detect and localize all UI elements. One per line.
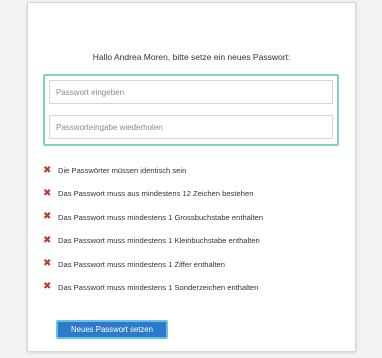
requirement-item: ✖ Die Passwörter müssen identisch sein (43, 165, 263, 176)
requirement-item: ✖ Das Passwort muss aus mindestens 12 Ze… (43, 188, 263, 199)
greeting-text: Hallo Andrea Moren, bitte setze ein neue… (92, 52, 291, 62)
requirement-text: Das Passwort muss aus mindestens 12 Zeic… (58, 189, 254, 199)
requirement-text: Die Passwörter müssen identisch sein (58, 166, 187, 175)
cross-icon: ✖ (43, 164, 52, 176)
requirement-text: Das Passwort muss mindestens 1 Kleinbuch… (58, 236, 260, 246)
cross-icon: ✖ (43, 211, 52, 223)
cross-icon: ✖ (43, 258, 52, 270)
requirement-item: ✖ Das Passwort muss mindestens 1 Grossbu… (43, 212, 263, 223)
requirement-item: ✖ Das Passwort muss mindestens 1 Kleinbu… (43, 235, 263, 246)
set-new-password-button[interactable]: Neues Passwort setzen (56, 320, 168, 339)
requirement-text: Das Passwort muss mindestens 1 Ziffer en… (58, 259, 225, 269)
password-input[interactable] (49, 80, 333, 104)
password-field-group (43, 74, 339, 146)
cross-icon: ✖ (43, 187, 52, 199)
password-requirements-list: ✖ Die Passwörter müssen identisch sein ✖… (43, 165, 263, 305)
requirement-text: Das Passwort muss mindestens 1 Grossbuch… (58, 212, 264, 222)
requirement-item: ✖ Das Passwort muss mindestens 1 Sonderz… (43, 282, 263, 293)
password-repeat-input[interactable] (49, 115, 333, 139)
requirement-text: Das Passwort muss mindestens 1 Sonderzei… (58, 282, 259, 292)
cross-icon: ✖ (43, 281, 52, 293)
requirement-item: ✖ Das Passwort muss mindestens 1 Ziffer … (43, 259, 263, 270)
cross-icon: ✖ (43, 234, 52, 246)
password-reset-card: Hallo Andrea Moren, bitte setze ein neue… (27, 2, 356, 352)
